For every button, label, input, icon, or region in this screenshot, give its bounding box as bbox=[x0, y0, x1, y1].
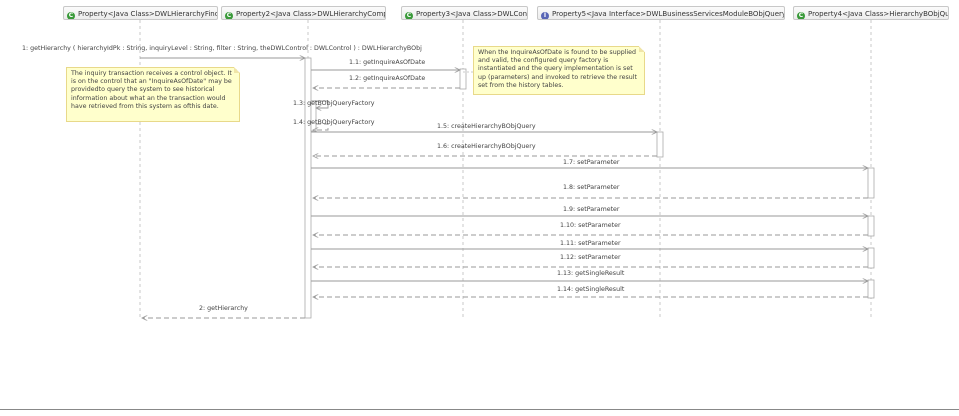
activation-component bbox=[304, 57, 312, 319]
activation-query-2 bbox=[867, 215, 875, 237]
message-label-2: 2: getHierarchy bbox=[199, 305, 248, 312]
activation-factory bbox=[656, 131, 664, 158]
message-label-1-13: 1.13: getSingleResult bbox=[557, 270, 625, 277]
message-label-1-7: 1.7: setParameter bbox=[563, 159, 620, 166]
message-label-1-2: 1.2: getInquireAsOfDate bbox=[349, 75, 426, 82]
message-label-1-6: 1.6: createHierarchyBObjQuery bbox=[437, 143, 536, 150]
message-label-1-8: 1.8: setParameter bbox=[563, 184, 620, 191]
message-label-1-11: 1.11: setParameter bbox=[560, 240, 621, 247]
message-label-1-3: 1.3: getBObjQueryFactory bbox=[293, 100, 375, 107]
activation-query-1 bbox=[867, 167, 875, 199]
message-label-1: 1: getHierarchy ( hierarchyIdPk : String… bbox=[22, 45, 422, 52]
message-label-1-12: 1.12: setParameter bbox=[560, 254, 621, 261]
message-label-1-4: 1.4: getBObjQueryFactory bbox=[293, 119, 375, 126]
activation-query-4 bbox=[867, 279, 875, 299]
activation-query-3 bbox=[867, 247, 875, 269]
message-label-1-5: 1.5: createHierarchyBObjQuery bbox=[437, 123, 536, 130]
note-control-object: The inquiry transaction receives a contr… bbox=[66, 67, 240, 122]
message-label-1-1: 1.1: getInquireAsOfDate bbox=[349, 59, 426, 66]
bottom-divider bbox=[0, 409, 959, 410]
message-label-1-10: 1.10: setParameter bbox=[560, 222, 621, 229]
message-label-1-14: 1.14: getSingleResult bbox=[557, 286, 625, 293]
note-query-factory: When the InquireAsOfDate is found to be … bbox=[473, 46, 645, 95]
message-label-1-9: 1.9: setParameter bbox=[563, 206, 620, 213]
